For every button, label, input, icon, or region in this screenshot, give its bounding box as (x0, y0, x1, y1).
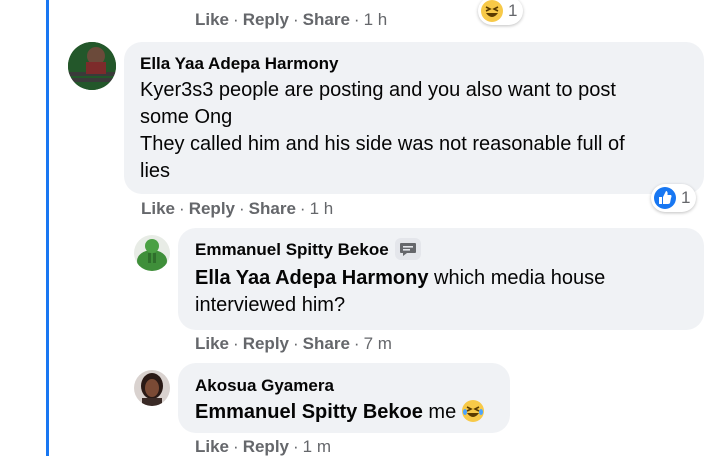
reply-link[interactable]: Reply (243, 437, 289, 456)
comment-text: Ella Yaa Adepa Harmony which media house… (195, 265, 687, 319)
like-link[interactable]: Like (195, 437, 229, 456)
comment-time[interactable]: 1 m (303, 437, 331, 456)
comment-actions: Like · Reply · Share · 7 m (195, 334, 392, 353)
comment-text-part: which media house (434, 267, 606, 289)
reaction-count: 1 (681, 188, 691, 207)
reply-link[interactable]: Reply (189, 199, 235, 218)
reply-link[interactable]: Reply (243, 10, 289, 29)
comment-text-line: Kyer3s3 people are posting and you also … (140, 79, 616, 101)
comment-text-part: me (428, 401, 457, 423)
comment-text: Kyer3s3 people are posting and you also … (140, 77, 688, 185)
comment-text-line: interviewed him? (195, 294, 346, 316)
comment-author[interactable]: Ella Yaa Adepa Harmony (140, 53, 688, 75)
like-link[interactable]: Like (195, 10, 229, 29)
comment-author: Emmanuel Spitty Bekoe (195, 238, 421, 261)
reply-bubble: Akosua Gyamera Emmanuel Spitty Bekoe me (178, 363, 510, 433)
thread-line (46, 0, 49, 456)
comment-time[interactable]: 1 h (310, 199, 334, 218)
comment-time[interactable]: 7 m (364, 334, 392, 353)
laugh-emoji-icon (461, 400, 484, 422)
comment-text-line: They called him and his side was not rea… (140, 133, 625, 155)
comment-text-line: lies (140, 160, 171, 182)
like-link[interactable]: Like (141, 199, 175, 218)
like-link[interactable]: Like (195, 334, 229, 353)
reply-link[interactable]: Reply (243, 334, 289, 353)
avatar[interactable] (68, 42, 116, 90)
reaction-count: 1 (508, 1, 518, 20)
avatar[interactable] (134, 370, 170, 406)
reaction-summary[interactable]: 1 (478, 0, 524, 25)
comment-text: Emmanuel Spitty Bekoe me (195, 399, 493, 426)
mention-link[interactable]: Ella Yaa Adepa Harmony (195, 267, 428, 289)
like-thumb-icon (654, 187, 676, 209)
avatar[interactable] (134, 235, 170, 271)
share-link[interactable]: Share (303, 334, 350, 353)
reaction-summary[interactable]: 1 (651, 184, 697, 212)
comment-text-line: Ella Yaa Adepa Harmony which media house (195, 265, 687, 292)
previous-comment-actions: Like · Reply · Share · 1 h (195, 10, 388, 29)
comment-time[interactable]: 1 h (364, 10, 388, 29)
comment-text-line: some Ong (140, 106, 233, 128)
share-link[interactable]: Share (249, 199, 296, 218)
author-name[interactable]: Emmanuel Spitty Bekoe (195, 240, 389, 259)
share-link[interactable]: Share (303, 10, 350, 29)
comment-actions: Like · Reply · Share · 1 h (141, 199, 334, 218)
message-icon (394, 238, 421, 260)
comment-author[interactable]: Akosua Gyamera (195, 375, 493, 397)
mention-link[interactable]: Emmanuel Spitty Bekoe (195, 401, 423, 423)
comment-actions: Like · Reply · 1 m (195, 437, 332, 456)
comment-bubble: Ella Yaa Adepa Harmony Kyer3s3 people ar… (124, 42, 704, 194)
laugh-emoji-icon (481, 0, 503, 22)
reply-bubble: Emmanuel Spitty Bekoe Ella Yaa Adepa Har… (178, 228, 704, 330)
